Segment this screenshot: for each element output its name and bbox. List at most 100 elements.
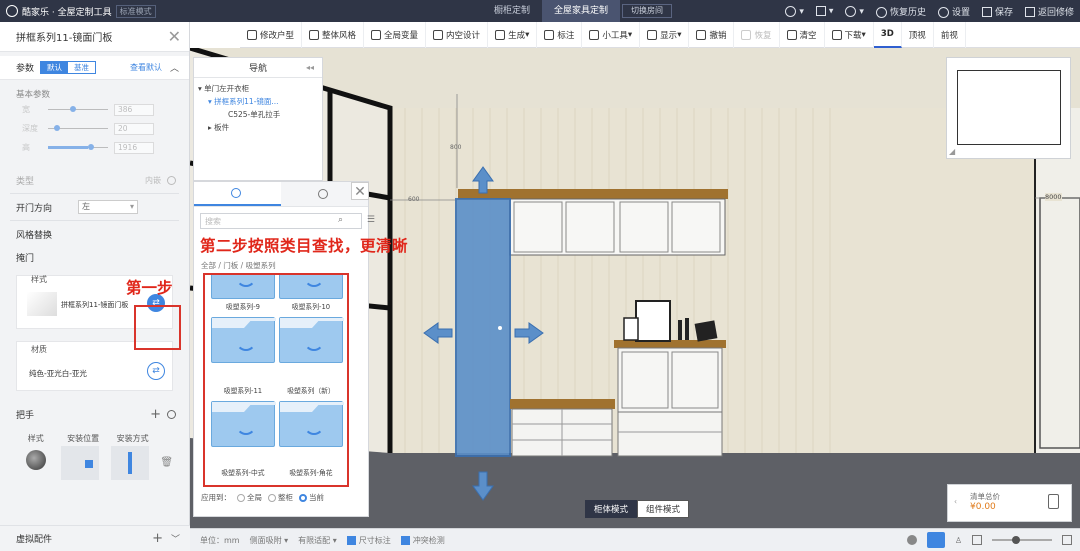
- monitor-icon[interactable]: ▾: [815, 5, 833, 16]
- settings-small-icon[interactable]: [167, 175, 176, 185]
- catalog-tile[interactable]: 吸塑系列-11: [211, 317, 275, 395]
- cabinet-mode-button[interactable]: 柜体模式: [585, 500, 638, 518]
- height-field[interactable]: 1916: [114, 141, 154, 154]
- download-menu[interactable]: 下载 ▾: [825, 21, 874, 48]
- step2-annotation: 第二步按照类目查找，更清晰: [200, 237, 409, 255]
- dimension-label-toggle[interactable]: 尺寸标注: [346, 535, 391, 546]
- limited-fit-select[interactable]: 有限适配 ▾: [298, 535, 337, 546]
- view-3d-tab[interactable]: 3D: [873, 21, 902, 48]
- tab-catalog-public[interactable]: [194, 182, 281, 206]
- add-part-icon[interactable]: +: [152, 531, 163, 546]
- tree-node-wardrobe[interactable]: ▾ 单门左开衣柜: [198, 82, 318, 95]
- handle-install-col[interactable]: 安装方式: [110, 433, 154, 480]
- brush-icon[interactable]: [926, 532, 945, 548]
- apply-cabinet-radio[interactable]: 整柜: [268, 492, 293, 503]
- clear-button[interactable]: 清空: [780, 21, 825, 48]
- catalog-tile[interactable]: 吸塑系列-10: [279, 275, 343, 311]
- overall-style-button[interactable]: 整体风格: [302, 21, 365, 48]
- catalog-search-input[interactable]: 搜索 ⌕ ☰: [200, 213, 375, 229]
- catalog-tile[interactable]: 吸塑系列（新）: [279, 317, 343, 395]
- mode-toggle: 柜体模式 组件模式: [585, 500, 690, 518]
- catalog-breadcrumb[interactable]: 全部 / 门板 / 吸塑系列: [201, 260, 276, 271]
- generate-menu[interactable]: 生成 ▾: [488, 21, 538, 48]
- collapse-left-icon[interactable]: ‹: [954, 497, 957, 506]
- tab-cabinet-custom[interactable]: 橱柜定制: [482, 0, 542, 22]
- slider-depth[interactable]: 深度 20: [0, 119, 189, 138]
- display-menu[interactable]: 显示 ▾: [640, 21, 690, 48]
- side-snap-select[interactable]: 侧面吸附 ▾: [250, 535, 289, 546]
- apply-current-radio[interactable]: 当前: [299, 492, 324, 503]
- slider-width[interactable]: 宽 386: [0, 100, 189, 119]
- depth-field[interactable]: 20: [114, 122, 154, 135]
- tree-node-door[interactable]: ▾ 拼框系列11-镜面...: [198, 95, 318, 108]
- swap-material-icon[interactable]: ⇄: [147, 362, 165, 380]
- mode-badge: 标准模式: [115, 4, 156, 18]
- settings-button[interactable]: 设置: [937, 5, 970, 18]
- seg-basic[interactable]: 基准: [68, 62, 95, 73]
- unit-select[interactable]: 单位：mm: [200, 535, 240, 546]
- redo-button[interactable]: 恢复: [734, 21, 780, 48]
- restore-history-button[interactable]: 恢复历史: [875, 5, 926, 18]
- component-mode-button[interactable]: 组件模式: [637, 500, 690, 518]
- tree-node-panels[interactable]: ▸ 板件: [198, 121, 318, 134]
- handle-row: 把手 +: [0, 401, 189, 427]
- search-icon[interactable]: ⌕: [338, 215, 343, 225]
- collapse-icon[interactable]: ◂◂: [306, 63, 314, 72]
- undo-button[interactable]: 撤销: [689, 21, 735, 48]
- close-icon[interactable]: ✕: [168, 27, 181, 46]
- step1-annotation: 第一步: [126, 279, 173, 297]
- tab-whole-house-furniture[interactable]: 全屋家具定制: [542, 0, 621, 22]
- params-row: 参数 默认 基准 查看默认 ︿: [0, 56, 189, 80]
- tree-node-handle[interactable]: C525-单孔拉手: [198, 108, 318, 121]
- list-total-box[interactable]: 清单总价 ¥0.00 ‹: [947, 484, 1072, 522]
- catalog-tile[interactable]: 吸塑系列-中式: [211, 401, 275, 477]
- width-field[interactable]: 386: [114, 103, 154, 116]
- zoom-slider[interactable]: [992, 536, 1052, 544]
- brand-name: 酷家乐 · 全屋定制工具: [22, 7, 112, 18]
- person-icon[interactable]: ♙: [955, 536, 962, 545]
- list-view-icon[interactable]: ☰: [367, 215, 375, 225]
- apply-global-radio[interactable]: 全局: [237, 492, 262, 503]
- navigation-panel: 导航 ◂◂ ▾ 单门左开衣柜 ▾ 拼框系列11-镜面... C525-单孔拉手 …: [193, 57, 323, 181]
- view-top-tab[interactable]: 顶视: [902, 21, 934, 48]
- chevron-up-icon[interactable]: ︿: [170, 61, 179, 74]
- handle-position-col[interactable]: 安装位置: [61, 433, 104, 480]
- minimap[interactable]: ◢: [946, 57, 1071, 159]
- handle-style-col[interactable]: 样式: [16, 433, 55, 470]
- seg-default[interactable]: 默认: [41, 62, 69, 73]
- main-toolbar: 修改户型 整体风格 全局变量 内空设计 生成 ▾ 标注 小工具 ▾ 显示 ▾ 撤销 恢…: [240, 21, 1080, 48]
- globe-icon[interactable]: [906, 535, 917, 545]
- handle-settings-icon[interactable]: [167, 409, 176, 419]
- generate-icon: [495, 29, 506, 40]
- door-direction-select[interactable]: 左: [78, 200, 139, 214]
- catalog-tile[interactable]: 吸塑系列-9: [211, 275, 275, 311]
- view-front-tab[interactable]: 前视: [934, 21, 966, 48]
- title-bar: 酷家乐 · 全屋定制工具 标准模式 橱柜定制 全屋家具定制 切换房间 ▾ ▾ ▾…: [0, 0, 1080, 22]
- back-button[interactable]: 返回修修: [1024, 5, 1074, 18]
- catalog-tile[interactable]: 吸塑系列-角花: [279, 401, 343, 477]
- view-default-link[interactable]: 查看默认: [130, 62, 162, 73]
- interior-design-button[interactable]: 内空设计: [426, 21, 489, 48]
- price-list-icon[interactable]: [1048, 494, 1059, 509]
- slider-height[interactable]: 高 1916: [0, 138, 189, 157]
- help-icon[interactable]: ▾: [845, 5, 864, 17]
- variables-icon: [371, 29, 382, 40]
- user-icon[interactable]: ▾: [785, 5, 804, 17]
- fullscreen-icon[interactable]: [1062, 535, 1072, 545]
- add-handle-icon[interactable]: +: [150, 407, 161, 422]
- modify-floorplan-button[interactable]: 修改户型: [240, 21, 303, 48]
- checkbox-icon: [400, 535, 410, 545]
- global-variables-button[interactable]: 全局变量: [364, 21, 427, 48]
- annotate-button[interactable]: 标注: [537, 21, 583, 48]
- resize-grip-icon[interactable]: ◢: [949, 147, 955, 156]
- save-button[interactable]: 保存: [981, 5, 1013, 18]
- chevron-down-icon[interactable]: ﹀: [171, 532, 180, 545]
- tools-menu[interactable]: 小工具 ▾: [582, 21, 641, 48]
- switch-room-button[interactable]: 切换房间: [622, 4, 672, 18]
- close-icon[interactable]: ✕: [351, 182, 369, 200]
- checkbox-icon: [346, 535, 356, 545]
- zoom-fit-icon[interactable]: [972, 535, 982, 545]
- trash-icon[interactable]: 🗑: [160, 457, 173, 468]
- collision-detect-toggle[interactable]: 冲突检测: [400, 535, 445, 546]
- download-icon: [831, 29, 842, 40]
